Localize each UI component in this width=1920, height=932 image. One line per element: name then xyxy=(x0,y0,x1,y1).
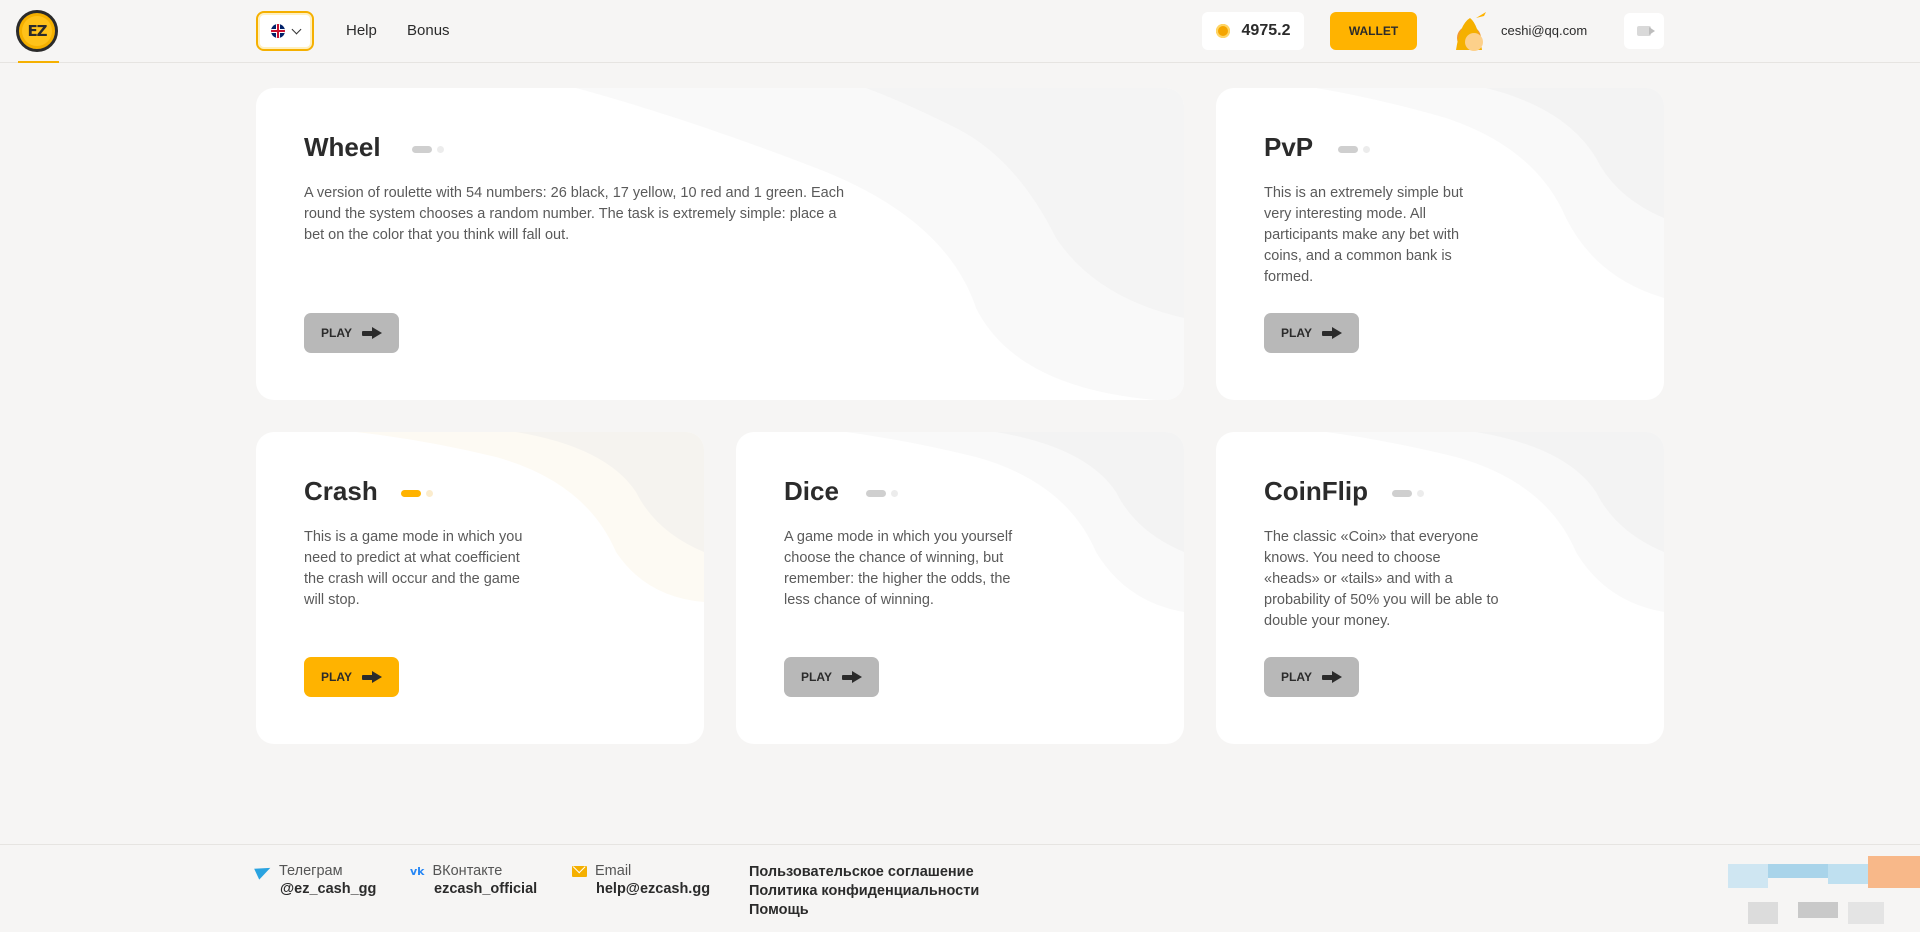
game-indicator-dots xyxy=(866,490,898,497)
terms-link[interactable]: Пользовательское соглашение xyxy=(749,863,979,881)
game-title: Dice xyxy=(784,476,839,506)
footer-vk[interactable]: vk ВКонтакте ezcash_official xyxy=(410,863,537,897)
play-label: PLAY xyxy=(1281,670,1312,684)
footer-telegram[interactable]: Телеграм @ez_cash_gg xyxy=(254,862,376,897)
game-indicator-dots xyxy=(1392,490,1424,497)
game-description: The classic «Coin» that everyone knows. … xyxy=(1264,529,1499,629)
game-card-crash: Crash This is a game mode in which you n… xyxy=(256,432,704,744)
play-button-wheel[interactable]: PLAY xyxy=(304,313,399,353)
telegram-handle[interactable]: @ez_cash_gg xyxy=(280,881,376,897)
chevron-down-icon xyxy=(291,24,301,34)
game-title: CoinFlip xyxy=(1264,476,1368,506)
game-card-coinflip: CoinFlip The classic «Coin» that everyon… xyxy=(1216,432,1664,744)
arrow-right-icon xyxy=(841,671,862,683)
footer-email[interactable]: Email help@ezcash.gg xyxy=(572,863,710,897)
play-button-pvp[interactable]: PLAY xyxy=(1264,313,1359,353)
email-label: Email xyxy=(595,863,632,879)
play-button-crash[interactable]: PLAY xyxy=(304,657,399,697)
game-title: Crash xyxy=(304,476,378,506)
logo[interactable]: EZ xyxy=(16,10,58,52)
game-indicator-dots xyxy=(401,490,433,497)
play-label: PLAY xyxy=(321,670,352,684)
balance-display: 4975.2 xyxy=(1202,12,1304,50)
logo-text: EZ xyxy=(22,16,52,46)
vk-label: ВКонтакте xyxy=(432,863,503,879)
arrow-right-icon xyxy=(1321,327,1342,339)
avatar[interactable] xyxy=(1450,10,1490,52)
footer-links: Пользовательское соглашение Политика кон… xyxy=(749,863,979,919)
play-button-coinflip[interactable]: PLAY xyxy=(1264,657,1359,697)
top-header: EZ Help Bonus 4975.2 WALLET ceshi@qq.com xyxy=(0,0,1920,63)
game-description: This is an extremely simple but very int… xyxy=(1264,185,1464,285)
game-card-wheel: Wheel A version of roulette with 54 numb… xyxy=(256,88,1184,400)
help-link[interactable]: Помощь xyxy=(749,901,979,919)
arrow-right-icon xyxy=(361,671,382,683)
balance-value: 4975.2 xyxy=(1241,22,1291,39)
play-label: PLAY xyxy=(1281,326,1312,340)
play-label: PLAY xyxy=(321,326,352,340)
arrow-right-icon xyxy=(361,327,382,339)
privacy-link[interactable]: Политика конфиденциальности xyxy=(749,882,979,900)
logout-button[interactable] xyxy=(1624,13,1664,49)
nav-help-link[interactable]: Help xyxy=(346,22,377,39)
vk-handle[interactable]: ezcash_official xyxy=(434,881,537,897)
game-card-pvp: PvP This is an extremely simple but very… xyxy=(1216,88,1664,400)
play-button-dice[interactable]: PLAY xyxy=(784,657,879,697)
user-email[interactable]: ceshi@qq.com xyxy=(1501,23,1587,38)
coin-icon xyxy=(1215,24,1230,38)
game-title: PvP xyxy=(1264,132,1314,162)
game-indicator-dots xyxy=(1338,146,1370,153)
logout-icon xyxy=(1637,26,1655,36)
game-description: A version of roulette with 54 numbers: 2… xyxy=(304,185,845,243)
mail-icon xyxy=(572,865,587,877)
telegram-icon xyxy=(254,862,273,880)
game-description: A game mode in which you yourself choose… xyxy=(784,529,1013,608)
wallet-button[interactable]: WALLET xyxy=(1330,12,1417,50)
game-card-dice: Dice A game mode in which you yourself c… xyxy=(736,432,1184,744)
game-indicator-dots xyxy=(412,146,444,153)
email-address[interactable]: help@ezcash.gg xyxy=(596,881,710,897)
game-title: Wheel xyxy=(304,132,381,162)
footer: Телеграм @ez_cash_gg vk ВКонтакте ezcash_… xyxy=(0,844,1920,932)
game-description: This is a game mode in which you need to… xyxy=(304,529,523,608)
nav-bonus-link[interactable]: Bonus xyxy=(407,22,450,39)
arrow-right-icon xyxy=(1321,671,1342,683)
language-selector[interactable] xyxy=(256,11,314,51)
vk-icon: vk xyxy=(410,864,425,878)
uk-flag-icon xyxy=(270,24,285,38)
play-label: PLAY xyxy=(801,670,832,684)
telegram-label: Телеграм xyxy=(279,863,343,879)
logo-active-indicator xyxy=(18,61,59,63)
pixelated-widget-icon[interactable] xyxy=(1728,852,1920,932)
